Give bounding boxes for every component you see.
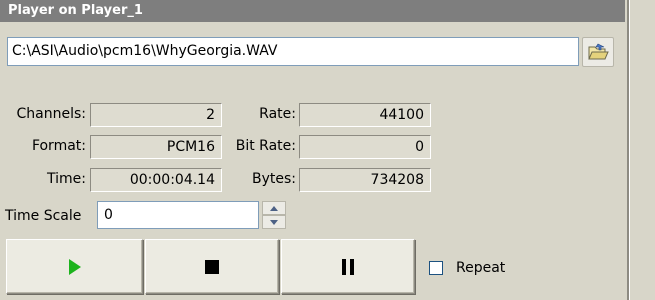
right-panel-divider: [627, 0, 655, 300]
bytes-label: Bytes:: [251, 171, 296, 187]
time-value: 00:00:04.14: [90, 168, 222, 192]
repeat-checkbox[interactable]: [429, 261, 443, 275]
stop-icon: [205, 259, 219, 274]
bitrate-label: Bit Rate:: [235, 138, 296, 154]
spin-up-button[interactable]: [262, 201, 286, 215]
time-label: Time:: [47, 171, 86, 187]
stop-button[interactable]: [145, 239, 279, 294]
play-icon: [68, 258, 81, 275]
repeat-label: Repeat: [456, 260, 506, 276]
play-button[interactable]: [6, 239, 143, 294]
window-title: Player on Player_1: [0, 0, 625, 22]
spin-down-button[interactable]: [262, 215, 286, 229]
channels-label: Channels:: [16, 106, 87, 122]
browse-button[interactable]: [582, 37, 614, 67]
bitrate-value: 0: [299, 135, 431, 159]
channels-value: 2: [90, 103, 222, 127]
time-scale-input[interactable]: 0: [97, 201, 259, 229]
file-path-field[interactable]: C:\ASI\Audio\pcm16\WhyGeorgia.WAV: [7, 37, 579, 66]
time-scale-label: Time Scale: [5, 208, 82, 224]
format-label: Format:: [31, 138, 86, 154]
rate-label: Rate:: [259, 106, 296, 122]
arrow-down-icon: [270, 219, 278, 225]
arrow-up-icon: [270, 205, 278, 211]
pause-button[interactable]: [281, 239, 415, 294]
format-value: PCM16: [90, 135, 222, 159]
bytes-value: 734208: [299, 168, 431, 192]
open-folder-icon: [588, 43, 609, 60]
rate-value: 44100: [299, 103, 431, 127]
pause-icon: [342, 258, 354, 275]
